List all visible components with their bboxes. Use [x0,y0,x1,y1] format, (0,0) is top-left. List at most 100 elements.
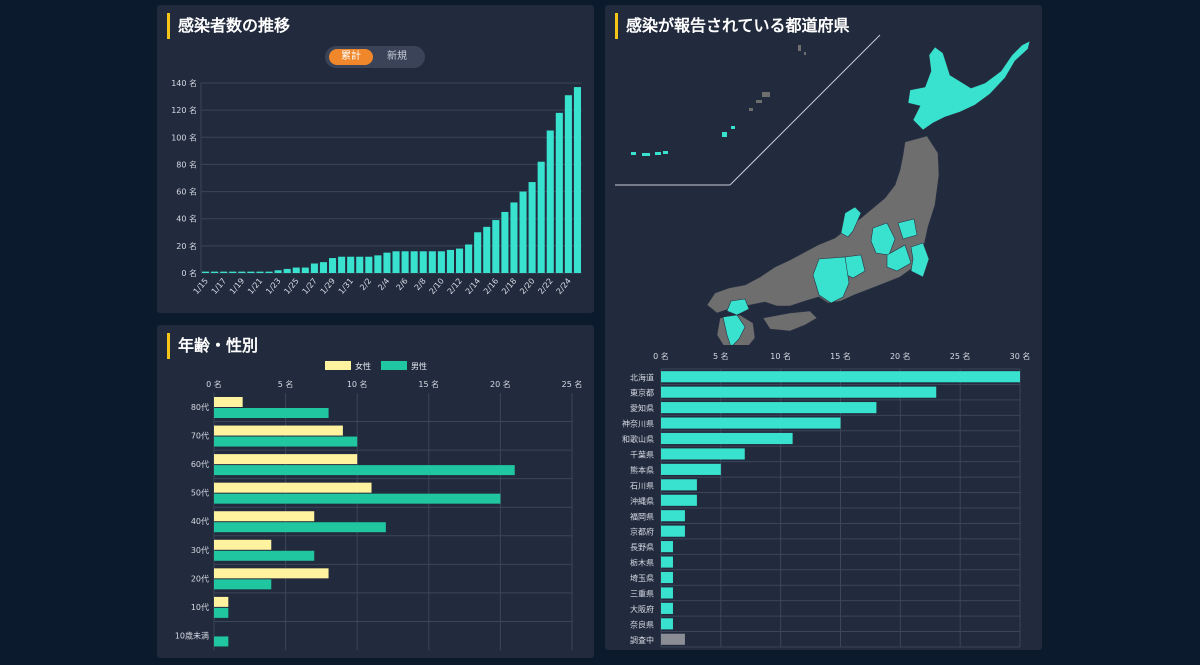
male-bar [214,465,515,476]
prefecture-label: 長野県 [630,543,654,552]
male-bar [214,408,329,418]
trend-bar [238,271,246,273]
x-tick-label: 25 名 [950,351,971,361]
prefecture-label: 調査中 [630,635,654,645]
trend-bar [519,191,527,273]
x-tick-label: 2/18 [500,277,518,297]
prefecture-label: 大阪府 [630,604,654,614]
y-tick-label: 0 名 [181,268,197,278]
prefecture-label: 三重県 [630,589,654,599]
prefecture-label: 東京都 [630,388,654,398]
legend-female-swatch [325,361,351,370]
prefecture-bar [661,371,1020,383]
x-tick-label: 1/23 [264,277,282,297]
age-label: 80代 [191,402,209,412]
male-bar [214,579,272,590]
male-bar [214,436,358,447]
age-label: 50代 [191,488,209,498]
female-bar [214,568,329,579]
x-tick-label: 1/21 [246,277,264,297]
trend-bar [437,251,445,273]
shikoku [762,310,818,332]
y-tick-label: 140 名 [171,78,197,88]
prefecture-panel: 感染が報告されている都道府県 0 名 5 名 10 名 15 名 20 名 25… [605,5,1042,650]
prefecture-label: 北海道 [630,372,654,382]
x-tick-label: 20 名 [890,351,911,361]
trend-bar [283,268,291,273]
trend-bar [483,226,491,273]
trend-bar [338,256,346,273]
prefecture-bar [661,525,685,537]
female-bar [214,397,243,407]
trend-bar-chart: 0 名20 名40 名60 名80 名100 名120 名140 名1/15 1/… [171,78,582,297]
x-tick-label: 2/10 [427,277,445,297]
x-tick-label: 1/19 [228,277,246,297]
x-tick-label: 2/8 [413,277,428,293]
female-bar [214,539,272,550]
x-tick-label: 1/29 [319,277,337,297]
y-tick-label: 80 名 [176,159,197,169]
map-chiba [910,242,930,278]
prefecture-bar [661,448,745,460]
prefecture-bar [661,402,877,414]
prefecture-label: 奈良県 [630,619,654,629]
prefecture-bar [661,386,937,398]
x-tick-label: 15 名 [830,351,851,361]
x-tick-label: 1/31 [337,277,355,297]
trend-bar [492,220,500,273]
female-bar [214,511,315,522]
y-tick-label: 20 名 [176,241,197,251]
male-bar [214,607,229,618]
prefecture-bar-chart: 0 名 5 名 10 名 15 名 20 名 25 名 30 名北海道東京都愛知県神奈川県和… [622,351,1030,648]
x-tick-label: 2/4 [376,277,391,293]
x-tick-label: 20 名 [490,379,511,389]
x-tick-label: 2/22 [536,277,554,297]
prefecture-label: 栃木県 [630,558,654,568]
trend-bar [229,271,237,273]
age-label: 20代 [191,573,209,583]
x-tick-label: 1/15 [192,277,210,297]
prefecture-bar [661,494,697,506]
age-label: 70代 [191,431,209,441]
trend-bar [419,251,427,273]
amami-islands [749,45,806,111]
x-tick-label: 2/2 [358,277,373,293]
trend-bar [564,95,572,273]
prefecture-bar [661,479,697,491]
prefecture-label: 熊本県 [630,465,654,475]
age-label: 30代 [191,545,209,555]
legend-female-label: 女性 [355,361,371,371]
trend-bar [328,258,337,273]
prefecture-bar [661,463,721,475]
trend-bar [555,112,563,273]
prefecture-bar [661,510,685,522]
trend-bar [446,249,455,273]
japan-map [615,34,1031,345]
age-label: 10歳未満 [175,630,209,640]
prefecture-label: 愛知県 [630,403,654,413]
trend-bar [256,271,264,273]
age-sex-panel: 年齢・性別 女性 男性 0 名5 名 10 名 15 名 20 名 25 名 80代 70代 60… [157,325,594,658]
trend-bar [573,87,582,273]
legend-male-label: 男性 [411,361,427,371]
trend-bar [365,256,373,273]
trend-bar [510,202,518,273]
trend-bar [292,267,300,273]
prefecture-label: 京都府 [630,527,654,537]
female-bar [214,596,229,607]
x-tick-label: 2/12 [446,277,464,297]
y-tick-label: 100 名 [171,132,197,142]
female-bar [214,454,358,465]
x-tick-label: 0 名 [653,351,669,361]
trend-bar [356,256,364,273]
okinawa-islands [631,126,735,156]
prefecture-bar [661,541,673,553]
y-tick-label: 60 名 [176,187,197,197]
prefecture-label: 沖縄県 [630,496,654,506]
x-tick-label: 25 名 [562,379,583,389]
trend-bar [501,211,509,273]
prefecture-bar [661,556,673,568]
prefecture-bar [661,417,841,429]
prefecture-bar [661,571,673,584]
trend-bar [410,251,418,273]
